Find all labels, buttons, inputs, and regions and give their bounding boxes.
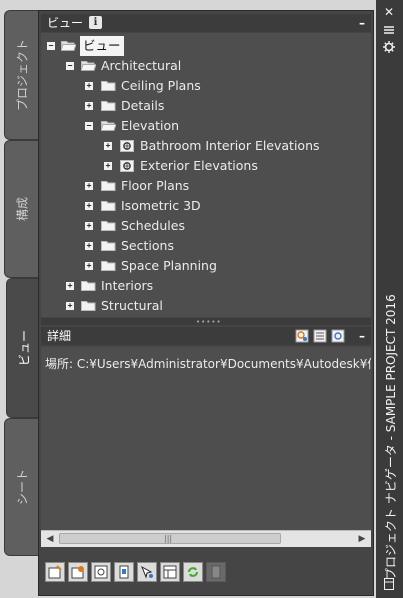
scroll-left-icon[interactable]: ◀ [44,533,56,545]
tab-constructs[interactable]: 構成 [4,140,38,278]
window-title-bar[interactable]: ✕ プロジェクト ナビゲータ - SAMPLE PROJECT 2016 [376,0,403,598]
tree-node-label: Ceiling Plans [121,78,201,93]
detail-panel-header: 詳細 – [41,327,371,345]
tree-node-label: Exterior Elevations [140,158,258,173]
expand-icon[interactable]: + [104,142,112,150]
tree-node-label: Architectural [101,58,182,73]
horizontal-scrollbar[interactable]: ◀ ||| ▶ [41,530,371,547]
folder-icon [101,80,116,91]
drawing-management-icon [211,565,221,579]
bottom-toolbar [41,551,371,595]
tree-node-label: Details [121,98,165,113]
expand-icon[interactable]: + [85,182,93,190]
scroll-right-icon[interactable]: ▶ [356,533,368,545]
copy-icon [119,565,129,579]
expand-icon[interactable]: + [85,242,93,250]
tree-node-label: Space Planning [121,258,217,273]
preview-icon[interactable] [295,329,309,343]
tab-strip: プロジェクト 構成 ビュー シート [4,10,40,558]
detail-panel-content: 場所: C:¥Users¥Administrator¥Documents¥Aut… [41,347,371,530]
window-title: プロジェクト ナビゲータ - SAMPLE PROJECT 2016 [384,294,398,580]
tree-node-label: ビュー [80,36,124,56]
expand-icon[interactable]: + [66,302,74,310]
open-view-button[interactable] [68,562,88,582]
grip-icon: ••••• [196,318,222,326]
folder-icon [101,260,116,271]
regenerate-button[interactable] [91,562,111,582]
navigator-palette: ビュー i – − ビュー − Architectural + Ceiling … [38,10,374,596]
tree-node-label: Floor Plans [121,178,190,193]
views-panel-minimize-button[interactable]: – [359,14,365,32]
folder-open-icon [81,60,96,71]
new-view-button[interactable] [45,562,65,582]
collapse-icon[interactable]: − [85,122,93,130]
folder-open-icon [61,40,76,51]
palette-menu-icon[interactable] [382,578,396,592]
expand-icon[interactable]: + [85,102,93,110]
location-text: 場所: C:¥Users¥Administrator¥Documents¥Aut… [45,357,371,371]
folder-icon [101,200,116,211]
tab-sheets[interactable]: シート [4,418,38,556]
refresh-icon [188,567,198,577]
folder-icon [101,180,116,191]
views-panel-title: ビュー [47,16,84,30]
tree-node-label: Isometric 3D [121,198,201,213]
panel-splitter[interactable]: ••••• [41,318,371,326]
expand-icon[interactable]: + [85,82,93,90]
folder-icon [81,300,96,311]
expand-icon[interactable]: + [85,262,93,270]
new-view-icon [48,565,62,579]
views-panel-header: ビュー i – [41,14,371,32]
expand-icon[interactable]: + [66,282,74,290]
folder-open-icon [101,120,116,131]
expand-icon[interactable]: + [104,162,112,170]
tree-node-label: Interiors [101,278,154,293]
collapse-icon[interactable]: − [47,42,55,50]
refresh-button[interactable] [183,562,203,582]
info-icon[interactable]: i [89,16,102,29]
scroll-thumb[interactable]: ||| [59,533,281,544]
tree-node-label: Elevation [121,118,180,133]
expand-icon[interactable]: + [85,202,93,210]
tab-project[interactable]: プロジェクト [4,10,38,140]
tree-node-label: Schedules [121,218,185,233]
detail-view-icon[interactable] [313,329,327,343]
tab-views[interactable]: ビュー [6,278,40,418]
detail-panel-title: 詳細 [47,329,72,343]
folder-icon [81,280,96,291]
tree-node-label: Structural [101,298,163,313]
tree-node-label: Bathroom Interior Elevations [140,138,320,153]
repath-icon [141,565,153,579]
folder-icon [101,220,116,231]
properties-icon [163,565,177,579]
detail-panel-minimize-button[interactable]: – [359,327,365,345]
collapse-icon[interactable]: − [66,62,74,70]
expand-icon[interactable]: + [85,222,93,230]
regenerate-icon [94,565,108,579]
open-view-icon [71,566,84,579]
copy-button[interactable] [114,562,134,582]
toggle-preview-icon[interactable] [331,329,345,343]
folder-icon [101,240,116,251]
grip-icon: ||| [164,534,173,543]
views-tree: − ビュー − Architectural + Ceiling Plans + … [41,33,371,317]
elevation-view-icon [120,140,135,152]
properties-button[interactable] [160,562,180,582]
repath-button[interactable] [137,562,157,582]
elevation-view-icon [120,160,135,172]
folder-icon [101,100,116,111]
tree-node-label: Sections [121,238,174,253]
drawing-management-button [206,562,226,582]
project-navigator-window: プロジェクト 構成 ビュー シート ビュー i – − ビュー − Archit… [0,0,403,598]
